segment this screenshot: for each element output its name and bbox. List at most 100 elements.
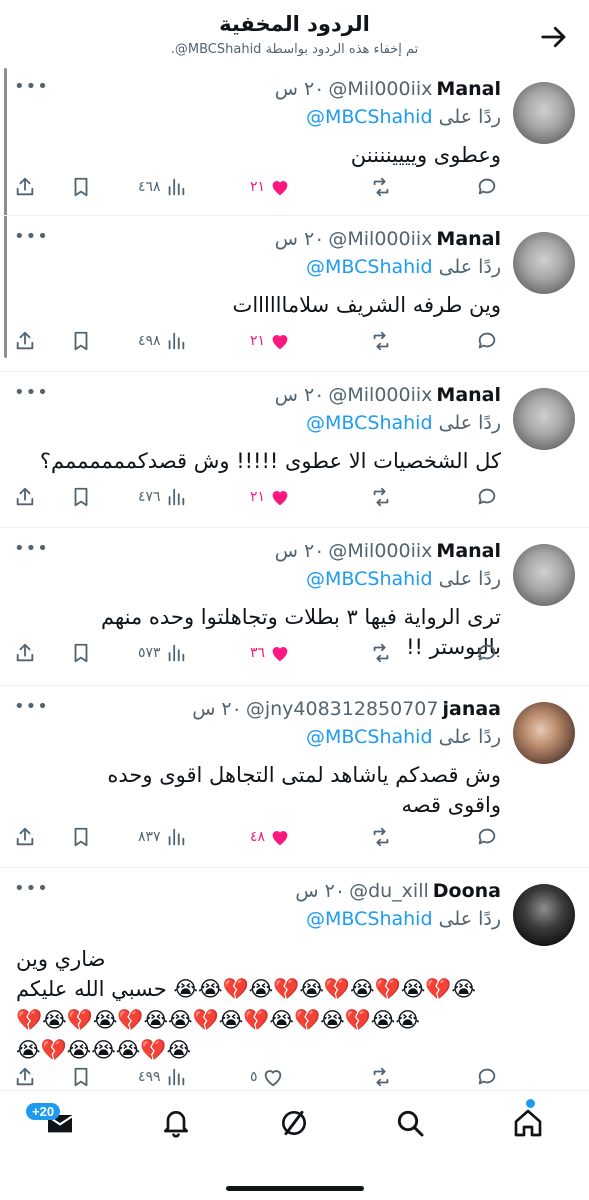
avatar[interactable] [513,884,575,946]
share-button[interactable] [14,174,36,200]
reply-button[interactable] [476,484,498,510]
share-button[interactable] [14,640,36,666]
mention-link[interactable]: MBCShahid@ [306,568,433,590]
author-name[interactable]: Doona [433,880,501,902]
views-count: ٤٦٨ [138,179,161,195]
like-button[interactable]: ٣٦ [250,640,291,666]
timestamp[interactable]: ٢٠ س [275,384,325,406]
share-icon [16,827,34,846]
views-icon [168,332,184,350]
bookmark-button[interactable] [70,174,92,200]
tweet[interactable]: Doona du_xill@ ٢٠ س ••• ردًا على MBCShah… [0,868,589,1090]
reply-button[interactable] [476,174,498,200]
tweet[interactable]: Manal Mil000iix@ ٢٠ س ••• ردًا على MBCSh… [0,528,589,686]
views-count: ٤٩٩ [138,1069,161,1085]
tweet[interactable]: janaa jny408312850707@ ٢٠ س ••• ردًا على… [0,686,589,868]
like-button[interactable]: ٢١ [250,484,291,510]
tweet[interactable]: Manal Mil000iix@ ٢٠ س ••• ردًا على MBCSh… [0,66,589,216]
views-button[interactable]: ٤٧٦ [138,484,187,510]
mention-link[interactable]: MBCShahid@ [306,412,433,434]
timestamp[interactable]: ٢٠ س [192,698,242,720]
bookmark-button[interactable] [70,1064,92,1090]
nav-grok[interactable] [278,1107,310,1139]
views-button[interactable]: ٥٧٣ [138,640,187,666]
like-count: ٢١ [250,179,266,195]
author-name[interactable]: Manal [436,78,501,100]
bookmark-button[interactable] [70,328,92,354]
share-button[interactable] [14,824,36,850]
views-button[interactable]: ٨٣٧ [138,824,187,850]
author-handle: Mil000iix@ [328,384,433,406]
share-icon [16,487,34,506]
reply-button[interactable] [476,824,498,850]
nav-notifications[interactable] [160,1107,192,1139]
like-count: ٥ [250,1069,258,1085]
retweet-button[interactable] [370,174,392,200]
timestamp[interactable]: ٢٠ س [275,78,325,100]
nav-home[interactable] [512,1107,544,1139]
reply-button[interactable] [476,1064,498,1090]
avatar[interactable] [513,388,575,450]
views-button[interactable]: ٤٦٨ [138,174,187,200]
avatar[interactable] [513,544,575,606]
tweet-actions: ٥٧٣ ٣٦ [14,640,500,666]
author-name[interactable]: Manal [436,228,501,250]
tweet-text-line: 😭😭💔😭💔😭💔😭💔😭😭💔😭💔😭💔 [16,1007,420,1032]
bookmark-button[interactable] [70,824,92,850]
nav-search[interactable] [394,1107,426,1139]
tweet[interactable]: Manal Mil000iix@ ٢٠ س ••• ردًا على MBCSh… [0,216,589,372]
bookmark-icon [74,487,88,507]
more-options-icon[interactable]: ••• [14,538,49,559]
views-button[interactable]: ٤٩٨ [138,328,187,354]
reply-prefix: ردًا على [438,726,501,748]
bookmark-button[interactable] [70,640,92,666]
retweet-button[interactable] [370,824,392,850]
retweet-button[interactable] [370,1064,392,1090]
timestamp[interactable]: ٢٠ س [295,880,345,902]
tweet[interactable]: Manal Mil000iix@ ٢٠ س ••• ردًا على MBCSh… [0,372,589,528]
more-options-icon[interactable]: ••• [14,696,49,717]
mention-link[interactable]: MBCShahid@ [306,908,433,930]
views-icon [168,828,184,846]
mention-link[interactable]: MBCShahid@ [306,256,433,278]
like-button[interactable]: ٢١ [250,328,291,354]
avatar[interactable] [513,232,575,294]
bookmark-button[interactable] [70,484,92,510]
share-button[interactable] [14,1064,36,1090]
share-button[interactable] [14,328,36,354]
bookmark-icon [74,643,88,663]
retweet-button[interactable] [370,328,392,354]
like-button[interactable]: ٥ [250,1064,284,1090]
reply-button[interactable] [476,640,498,666]
share-icon [16,331,34,350]
retweet-icon [373,643,389,663]
heart-filled-icon [272,647,288,662]
timestamp[interactable]: ٢٠ س [275,228,325,250]
share-button[interactable] [14,484,36,510]
mention-link[interactable]: MBCShahid@ [306,106,433,128]
mention-link[interactable]: MBCShahid@ [306,726,433,748]
back-arrow-icon[interactable] [539,22,569,52]
tweet-text: كل الشخصيات الا عطوى !!!!! وش قصدكمممممم… [39,449,501,473]
heart-filled-icon [272,491,288,506]
avatar[interactable] [513,82,575,144]
like-button[interactable]: ٤٨ [250,824,291,850]
avatar[interactable] [513,702,575,764]
more-options-icon[interactable]: ••• [14,76,49,97]
more-options-icon[interactable]: ••• [14,382,49,403]
views-button[interactable]: ٤٩٩ [138,1064,187,1090]
more-options-icon[interactable]: ••• [14,878,49,899]
bookmark-icon [74,1067,88,1087]
retweet-button[interactable] [370,484,392,510]
like-button[interactable]: ٢١ [250,174,291,200]
tweet-text-line: 😭💔😭💔😭💔😭💔😭💔😭😭 حسبي الله عليكم [16,977,476,1002]
author-name[interactable]: Manal [436,384,501,406]
author-name[interactable]: janaa [442,698,501,720]
more-options-icon[interactable]: ••• [14,226,49,247]
reply-button[interactable] [476,328,498,354]
views-icon [168,178,184,196]
retweet-icon [373,1067,389,1087]
timestamp[interactable]: ٢٠ س [275,540,325,562]
retweet-button[interactable] [370,640,392,666]
author-name[interactable]: Manal [436,540,501,562]
